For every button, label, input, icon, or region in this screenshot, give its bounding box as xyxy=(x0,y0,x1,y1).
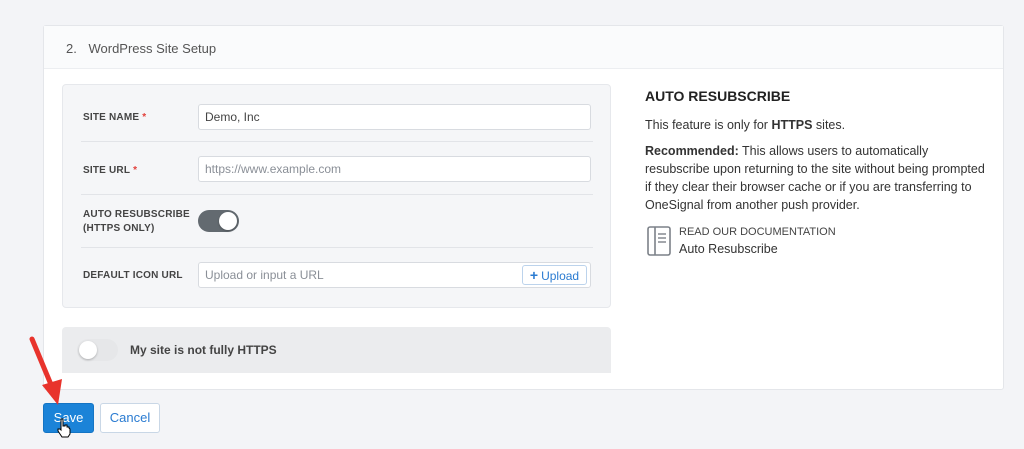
auto-resubscribe-label: AUTO RESUBSCRIBE (HTTPS ONLY) xyxy=(83,209,190,234)
site-setup-card: 2. WordPress Site Setup SITE NAME* SITE … xyxy=(43,25,1004,390)
not-fully-https-label: My site is not fully HTTPS xyxy=(130,343,277,357)
auto-resubscribe-toggle[interactable] xyxy=(198,210,239,232)
site-url-row: SITE URL * xyxy=(81,142,593,195)
default-icon-field: +Upload xyxy=(198,262,591,288)
section-header: 2. WordPress Site Setup xyxy=(44,26,1003,69)
upload-button[interactable]: + Upload xyxy=(522,265,587,285)
site-url-label: SITE URL * xyxy=(83,165,138,176)
default-icon-label: DEFAULT ICON URL xyxy=(83,270,183,281)
https-panel: My site is not fully HTTPS xyxy=(62,327,611,373)
section-number: 2. xyxy=(66,41,77,56)
cancel-button[interactable]: Cancel xyxy=(100,403,160,433)
help-panel: AUTO RESUBSCRIBE This feature is only fo… xyxy=(645,88,985,266)
site-name-input[interactable] xyxy=(198,104,591,130)
toggle-knob xyxy=(79,341,97,359)
default-icon-row: DEFAULT ICON URL +Upload xyxy=(81,248,593,304)
documentation-link[interactable]: READ OUR DOCUMENTATION Auto Resubscribe xyxy=(645,226,985,266)
required-mark: * xyxy=(142,112,147,123)
upload-label: Upload xyxy=(541,269,580,283)
help-recommended: Recommended: This allows users to automa… xyxy=(645,144,985,212)
plus-icon: + xyxy=(529,267,539,283)
help-https-note: This feature is only for HTTPS sites. xyxy=(645,118,846,132)
arrow-annotation-icon xyxy=(29,336,62,405)
doc-link-title: READ OUR DOCUMENTATION xyxy=(679,226,836,238)
help-title: AUTO RESUBSCRIBE xyxy=(645,88,791,104)
auto-resubscribe-row: AUTO RESUBSCRIBE (HTTPS ONLY) xyxy=(81,195,593,248)
not-fully-https-toggle[interactable] xyxy=(77,339,118,361)
site-url-input[interactable] xyxy=(198,156,591,182)
toggle-knob xyxy=(219,212,237,230)
site-name-label: SITE NAME * xyxy=(83,112,147,123)
document-icon xyxy=(647,226,671,256)
settings-form-panel: SITE NAME* SITE URL* AUTO RESUBSCRIBE (H… xyxy=(62,84,611,308)
site-name-row: SITE NAME * xyxy=(81,85,593,142)
hand-cursor-icon xyxy=(57,418,71,438)
required-mark: * xyxy=(133,165,138,176)
section-title: WordPress Site Setup xyxy=(88,41,217,56)
doc-link-subtitle: Auto Resubscribe xyxy=(679,242,778,256)
